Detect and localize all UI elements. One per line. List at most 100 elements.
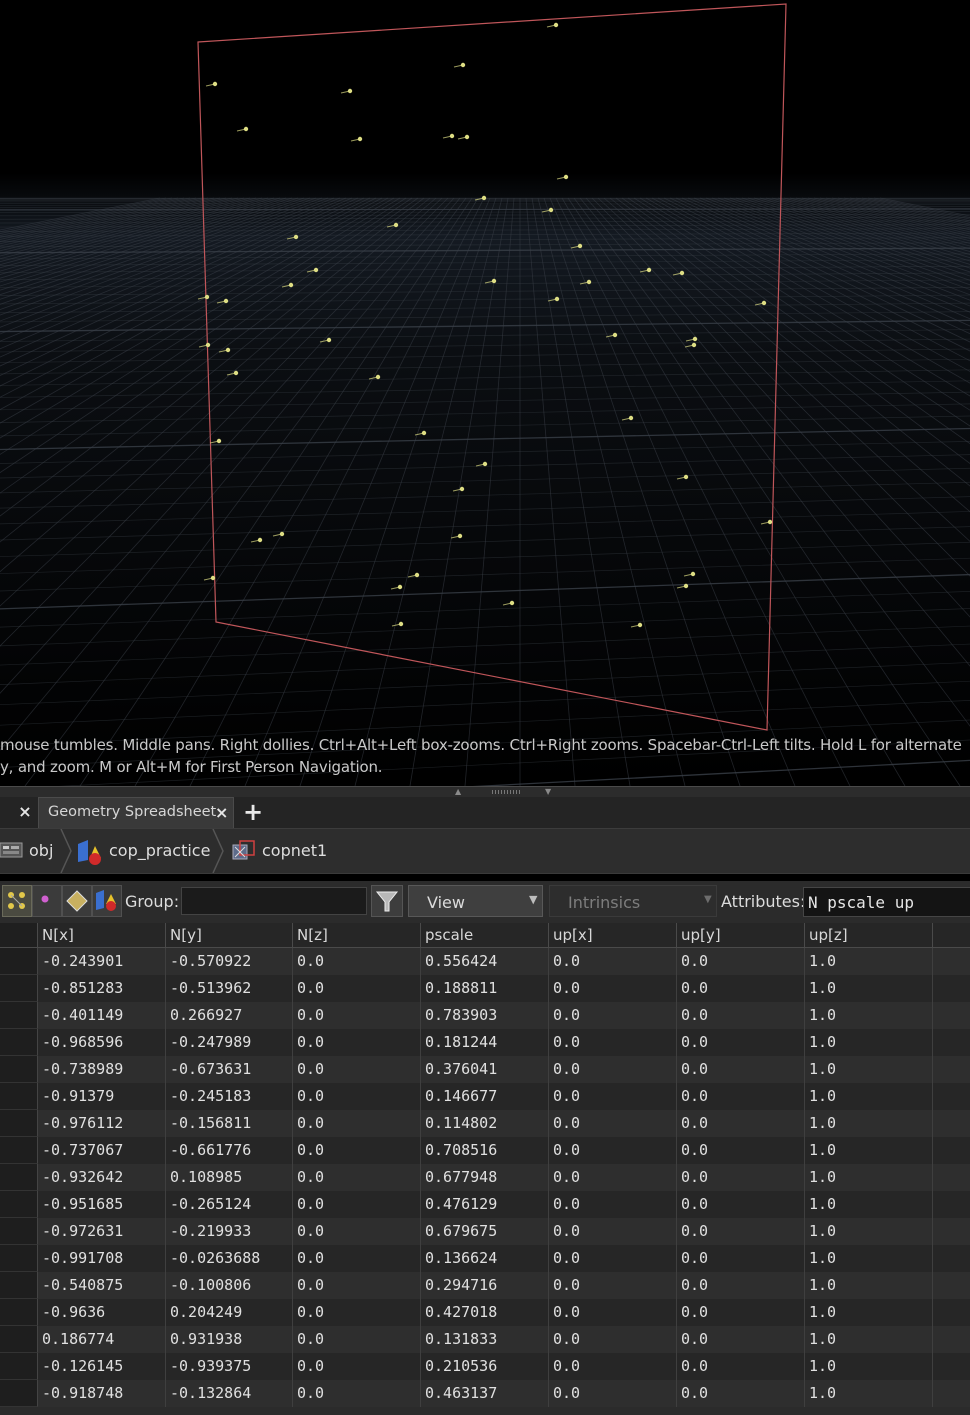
table-row[interactable]: -0.738989 -0.673631 0.0 0.376041 0.0 0.0 1.0 — [0, 1056, 970, 1083]
table-cell[interactable]: -0.968596 — [38, 1029, 166, 1056]
table-cell[interactable]: -0.972631 — [38, 1218, 166, 1245]
table-cell[interactable]: 0.0 — [677, 1002, 805, 1029]
row-index-cell[interactable] — [0, 1110, 38, 1137]
table-cell[interactable]: -0.932642 — [38, 1164, 166, 1191]
table-cell[interactable]: 1.0 — [805, 1056, 933, 1083]
row-index-cell[interactable] — [0, 1326, 38, 1353]
table-cell[interactable]: 0.136624 — [421, 1245, 549, 1272]
table-row[interactable]: -0.126145 -0.939375 0.0 0.210536 0.0 0.0 1.0 — [0, 1353, 970, 1380]
table-cell[interactable]: 0.114802 — [421, 1110, 549, 1137]
table-cell[interactable]: 0.0 — [549, 1137, 677, 1164]
scene-viewport[interactable]: mouse tumbles. Middle pans. Right dollie… — [0, 0, 970, 786]
intrinsics-menu[interactable]: Intrinsics ▼ — [549, 885, 717, 917]
row-index-cell[interactable] — [0, 1245, 38, 1272]
table-cell[interactable]: 1.0 — [805, 948, 933, 975]
table-row[interactable]: -0.737067 -0.661776 0.0 0.708516 0.0 0.0 1.0 — [0, 1137, 970, 1164]
table-cell[interactable]: -0.737067 — [38, 1137, 166, 1164]
table-cell[interactable]: 0.0 — [293, 1191, 421, 1218]
table-cell[interactable]: -0.132864 — [166, 1380, 293, 1407]
column-header[interactable]: up[x] — [549, 923, 677, 948]
table-cell[interactable]: -0.0263688 — [166, 1245, 293, 1272]
table-cell[interactable]: 0.0 — [677, 1299, 805, 1326]
table-cell[interactable]: -0.91379 — [38, 1083, 166, 1110]
table-cell[interactable]: 0.376041 — [421, 1056, 549, 1083]
table-cell[interactable]: 1.0 — [805, 1353, 933, 1380]
table-cell[interactable]: -0.976112 — [38, 1110, 166, 1137]
table-cell[interactable]: 0.0 — [677, 1245, 805, 1272]
table-row[interactable]: -0.851283 -0.513962 0.0 0.188811 0.0 0.0 1.0 — [0, 975, 970, 1002]
table-cell[interactable]: 1.0 — [805, 1326, 933, 1353]
group-input[interactable] — [181, 887, 367, 915]
table-cell[interactable]: 0.0 — [549, 1299, 677, 1326]
table-cell[interactable]: 0.294716 — [421, 1272, 549, 1299]
table-cell[interactable]: -0.951685 — [38, 1191, 166, 1218]
table-cell[interactable]: 0.0 — [549, 1083, 677, 1110]
table-cell[interactable]: 0.0 — [549, 1380, 677, 1407]
table-row[interactable]: -0.91379 -0.245183 0.0 0.146677 0.0 0.0 1.0 — [0, 1083, 970, 1110]
table-cell[interactable]: 0.476129 — [421, 1191, 549, 1218]
table-cell[interactable]: 0.0 — [549, 1353, 677, 1380]
row-index-cell[interactable] — [0, 1164, 38, 1191]
attributes-input[interactable] — [803, 887, 970, 917]
table-cell[interactable]: 0.679675 — [421, 1218, 549, 1245]
points-mode-button[interactable] — [2, 885, 32, 917]
table-row[interactable]: -0.968596 -0.247989 0.0 0.181244 0.0 0.0 1.0 — [0, 1029, 970, 1056]
table-cell[interactable]: 1.0 — [805, 1299, 933, 1326]
row-index-cell[interactable] — [0, 1029, 38, 1056]
table-cell[interactable]: 0.708516 — [421, 1137, 549, 1164]
table-cell[interactable]: 0.0 — [677, 1083, 805, 1110]
table-row[interactable]: -0.991708 -0.0263688 0.0 0.136624 0.0 0.0 1.0 — [0, 1245, 970, 1272]
table-cell[interactable]: 0.0 — [549, 1164, 677, 1191]
table-cell[interactable]: 0.0 — [293, 1245, 421, 1272]
view-menu[interactable]: View ▼ — [408, 885, 543, 917]
table-row[interactable]: -0.9636 0.204249 0.0 0.427018 0.0 0.0 1.0 — [0, 1299, 970, 1326]
table-cell[interactable]: 0.0 — [677, 1218, 805, 1245]
table-cell[interactable]: 0.0 — [293, 1083, 421, 1110]
table-cell[interactable]: 0.0 — [293, 1272, 421, 1299]
column-header[interactable]: N[x] — [38, 923, 166, 948]
filter-button[interactable] — [371, 885, 403, 917]
table-cell[interactable]: 0.0 — [677, 975, 805, 1002]
table-cell[interactable]: 0.0 — [677, 1137, 805, 1164]
table-cell[interactable]: 0.181244 — [421, 1029, 549, 1056]
column-header[interactable]: N[z] — [293, 923, 421, 948]
table-cell[interactable]: 0.931938 — [166, 1326, 293, 1353]
table-row[interactable]: -0.918748 -0.132864 0.0 0.463137 0.0 0.0 1.0 — [0, 1380, 970, 1407]
table-cell[interactable]: 1.0 — [805, 1029, 933, 1056]
table-cell[interactable]: -0.570922 — [166, 948, 293, 975]
close-pane-icon[interactable]: × — [16, 802, 34, 822]
table-cell[interactable]: 0.0 — [293, 1218, 421, 1245]
table-cell[interactable]: 1.0 — [805, 1083, 933, 1110]
table-cell[interactable]: 0.0 — [293, 975, 421, 1002]
column-header[interactable]: N[y] — [166, 923, 293, 948]
table-cell[interactable]: 0.0 — [549, 975, 677, 1002]
table-cell[interactable]: 0.463137 — [421, 1380, 549, 1407]
column-header[interactable]: up[y] — [677, 923, 805, 948]
table-cell[interactable]: 0.0 — [677, 1191, 805, 1218]
table-cell[interactable]: 0.0 — [677, 1353, 805, 1380]
table-cell[interactable]: 1.0 — [805, 1218, 933, 1245]
table-cell[interactable]: 0.0 — [549, 1218, 677, 1245]
table-cell[interactable]: 0.0 — [549, 1245, 677, 1272]
table-cell[interactable]: 0.0 — [549, 1002, 677, 1029]
table-cell[interactable]: 0.0 — [549, 1056, 677, 1083]
row-index-cell[interactable] — [0, 948, 38, 975]
table-cell[interactable]: 0.0 — [293, 1137, 421, 1164]
close-icon[interactable]: × — [215, 803, 228, 822]
tab-geometry-spreadsheet[interactable]: Geometry Spreadsheet × — [38, 797, 234, 828]
table-row[interactable]: -0.951685 -0.265124 0.0 0.476129 0.0 0.0 1.0 — [0, 1191, 970, 1218]
expand-up-icon[interactable]: ▲ — [455, 787, 461, 796]
table-cell[interactable]: 1.0 — [805, 1164, 933, 1191]
table-cell[interactable]: 0.0 — [677, 1164, 805, 1191]
vertices-mode-button[interactable] — [32, 885, 62, 917]
expand-down-icon[interactable]: ▼ — [545, 787, 551, 796]
table-cell[interactable]: 1.0 — [805, 975, 933, 1002]
table-cell[interactable]: 0.0 — [293, 1380, 421, 1407]
viewport-canvas[interactable] — [0, 0, 970, 786]
table-cell[interactable]: 0.0 — [293, 1002, 421, 1029]
table-cell[interactable]: 1.0 — [805, 1191, 933, 1218]
table-cell[interactable]: -0.513962 — [166, 975, 293, 1002]
row-index-cell[interactable] — [0, 1191, 38, 1218]
table-cell[interactable]: 1.0 — [805, 1110, 933, 1137]
row-index-cell[interactable] — [0, 1002, 38, 1029]
